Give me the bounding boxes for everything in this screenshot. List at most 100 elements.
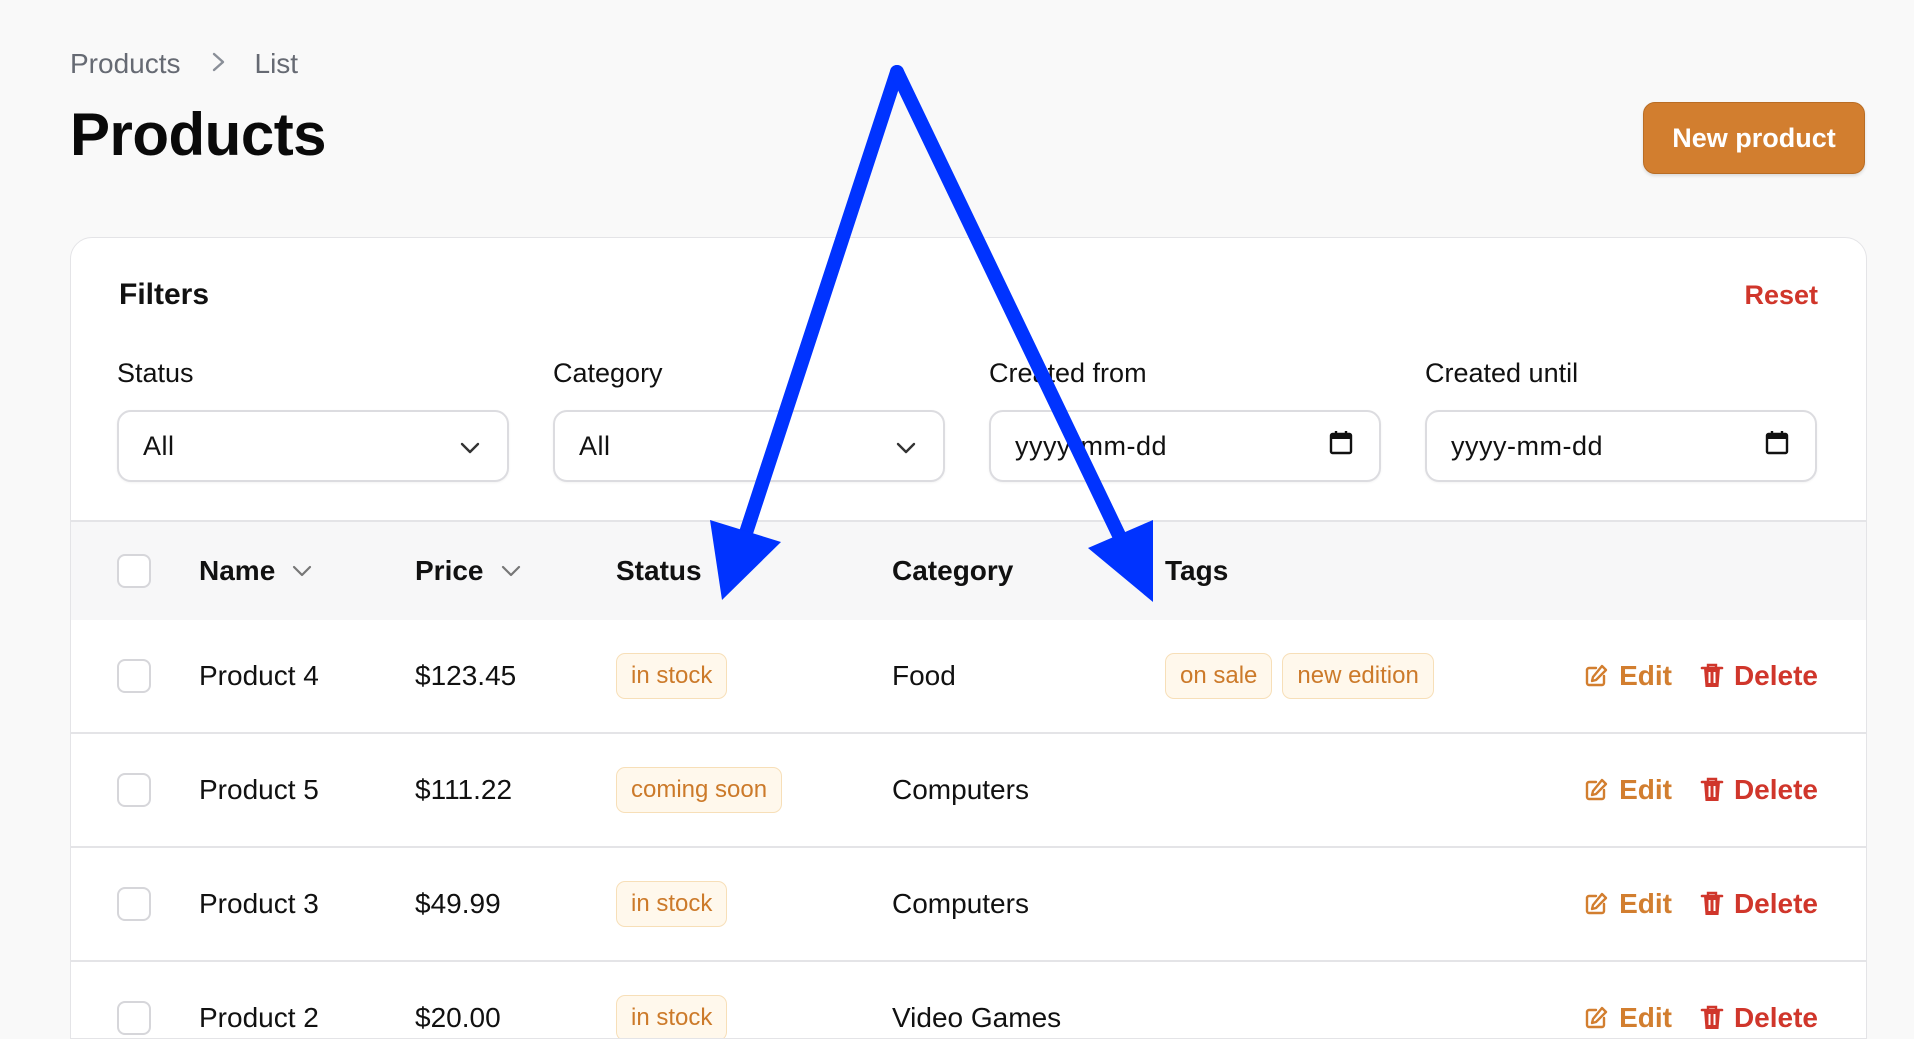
calendar-icon[interactable] <box>1765 430 1789 463</box>
row-category: Food <box>892 660 956 691</box>
breadcrumb-list: List <box>254 48 299 79</box>
filters-title: Filters <box>119 278 210 311</box>
products-table-card: Filters Reset Status All Category All Cr… <box>70 237 1867 1039</box>
delete-button[interactable]: Delete <box>1700 888 1818 920</box>
created-from-filter: Created from yyyy-mm-dd <box>989 358 1381 482</box>
delete-label: Delete <box>1733 1002 1818 1033</box>
row-checkbox[interactable] <box>117 773 151 807</box>
chevron-down-icon <box>291 564 313 578</box>
status-badge: in stock <box>616 653 728 699</box>
row-status: coming soon <box>616 734 783 846</box>
row-name: Product 4 <box>199 660 319 691</box>
trash-icon <box>1700 777 1724 801</box>
edit-label: Edit <box>1619 660 1672 691</box>
status-select-value: All <box>143 430 175 461</box>
category-select[interactable]: All <box>553 410 945 482</box>
row-name: Product 5 <box>199 774 319 805</box>
delete-label: Delete <box>1733 888 1818 919</box>
pencil-square-icon <box>1585 892 1608 915</box>
edit-button[interactable]: Edit <box>1583 1002 1672 1034</box>
tag-badge: new edition <box>1282 653 1434 699</box>
table-row: Product 2 $20.00 in stock Video Games Ed… <box>71 962 1866 1038</box>
column-tags: Tags <box>1165 555 1229 586</box>
row-actions: Edit Delete <box>1583 848 1818 960</box>
created-until-filter: Created until yyyy-mm-dd <box>1425 358 1817 482</box>
table-row: Product 3 $49.99 in stock Computers Edit… <box>71 848 1866 962</box>
created-until-label: Created until <box>1425 358 1579 388</box>
row-checkbox[interactable] <box>117 659 151 693</box>
delete-button[interactable]: Delete <box>1700 1002 1818 1034</box>
delete-button[interactable]: Delete <box>1700 774 1818 806</box>
row-category: Computers <box>892 774 1029 805</box>
breadcrumb: Products List <box>70 48 298 80</box>
row-price: $111.22 <box>415 774 513 805</box>
row-price: $20.00 <box>415 1002 501 1033</box>
created-until-value: yyyy-mm-dd <box>1451 430 1603 461</box>
row-select-cell <box>117 734 151 846</box>
row-status: in stock <box>616 962 728 1038</box>
row-name: Product 2 <box>199 1002 319 1033</box>
column-name-label: Name <box>199 555 276 586</box>
select-all-checkbox[interactable] <box>117 554 151 588</box>
chevron-down-icon <box>500 564 522 578</box>
edit-button[interactable]: Edit <box>1583 660 1672 692</box>
column-name[interactable]: Name <box>199 522 313 620</box>
row-checkbox[interactable] <box>117 1001 151 1035</box>
row-category: Video Games <box>892 1002 1062 1033</box>
column-price-label: Price <box>415 555 484 586</box>
chevron-right-icon <box>211 48 227 80</box>
row-select-cell <box>117 848 151 960</box>
row-price: $49.99 <box>415 888 501 919</box>
edit-button[interactable]: Edit <box>1583 888 1672 920</box>
category-filter: Category All <box>553 358 945 482</box>
pencil-square-icon <box>1585 664 1608 687</box>
row-tags: on sale new edition <box>1165 620 1434 732</box>
edit-label: Edit <box>1619 1002 1672 1033</box>
column-status: Status <box>616 555 702 586</box>
chevron-down-icon <box>459 431 481 462</box>
column-category: Category <box>892 555 1014 586</box>
row-actions: Edit Delete <box>1583 734 1818 846</box>
trash-icon <box>1700 891 1724 915</box>
tag-badge: on sale <box>1165 653 1273 699</box>
status-badge: coming soon <box>616 767 783 813</box>
chevron-down-icon <box>895 431 917 462</box>
status-badge: in stock <box>616 995 728 1038</box>
reset-filters-button[interactable]: Reset <box>1744 280 1818 311</box>
new-product-button[interactable]: New product <box>1643 102 1865 174</box>
row-select-cell <box>117 962 151 1038</box>
edit-label: Edit <box>1619 888 1672 919</box>
select-all-cell <box>117 522 151 620</box>
trash-icon <box>1700 1005 1724 1029</box>
edit-button[interactable]: Edit <box>1583 774 1672 806</box>
status-select[interactable]: All <box>117 410 509 482</box>
table-header: Name Price Status Category Tags <box>71 520 1866 622</box>
status-filter: Status All <box>117 358 509 482</box>
delete-label: Delete <box>1733 774 1818 805</box>
calendar-icon[interactable] <box>1329 430 1353 463</box>
column-price[interactable]: Price <box>415 522 522 620</box>
row-select-cell <box>117 620 151 732</box>
delete-button[interactable]: Delete <box>1700 660 1818 692</box>
table-row: Product 5 $111.22 coming soon Computers … <box>71 734 1866 848</box>
row-checkbox[interactable] <box>117 887 151 921</box>
status-filter-label: Status <box>117 358 194 388</box>
row-status: in stock <box>616 620 728 732</box>
breadcrumb-products[interactable]: Products <box>70 48 181 80</box>
status-badge: in stock <box>616 881 728 927</box>
table-row: Product 4 $123.45 in stock Food on sale … <box>71 620 1866 734</box>
created-from-value: yyyy-mm-dd <box>1015 430 1167 461</box>
created-until-input[interactable]: yyyy-mm-dd <box>1425 410 1817 482</box>
pencil-square-icon <box>1585 778 1608 801</box>
page-title: Products <box>70 101 327 168</box>
row-name: Product 3 <box>199 888 319 919</box>
category-select-value: All <box>579 430 611 461</box>
row-status: in stock <box>616 848 728 960</box>
trash-icon <box>1700 663 1724 687</box>
row-actions: Edit Delete <box>1583 962 1818 1038</box>
row-price: $123.45 <box>415 660 517 691</box>
created-from-input[interactable]: yyyy-mm-dd <box>989 410 1381 482</box>
pencil-square-icon <box>1585 1006 1608 1029</box>
row-actions: Edit Delete <box>1583 620 1818 732</box>
edit-label: Edit <box>1619 774 1672 805</box>
